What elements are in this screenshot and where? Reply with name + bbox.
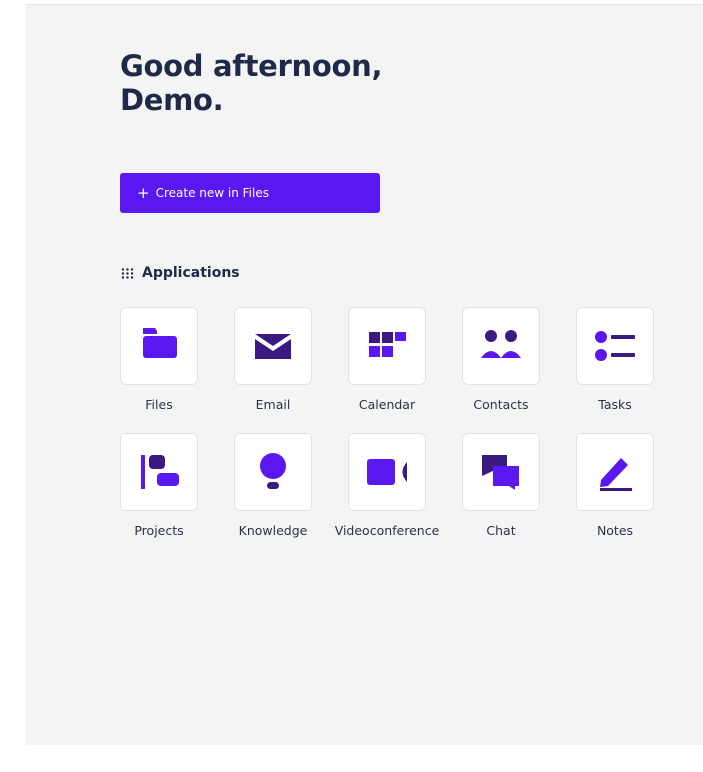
app-tile-notes-box[interactable] [576,433,654,511]
app-tile-chat[interactable]: Chat [442,433,560,549]
app-tile-contacts[interactable]: Contacts [442,307,560,423]
applications-heading-label: Applications [142,265,240,281]
app-tile-email-box[interactable] [234,307,312,385]
app-tile-tasks-box[interactable] [576,307,654,385]
people-icon [481,330,521,358]
plus-icon: + [137,183,150,202]
app-tile-files[interactable]: Files [100,307,218,423]
app-tile-videoconference-box[interactable] [348,433,426,511]
list-icon [595,331,635,361]
app-tile-calendar-box[interactable] [348,307,426,385]
pencil-icon [600,458,632,491]
create-new-button[interactable]: + Create new in Files [120,173,380,213]
envelope-icon [255,334,291,359]
video-camera-icon [367,459,407,485]
greeting-line-2: Demo. [120,83,224,117]
app-tile-videoconference[interactable]: Videoconference [328,433,446,549]
app-tile-chat-box[interactable] [462,433,540,511]
app-tile-projects[interactable]: Projects [100,433,218,549]
grid-dots-icon [121,267,134,279]
app-tile-label: Calendar [358,397,416,412]
app-tile-tasks[interactable]: Tasks [556,307,674,423]
app-tile-label: Contacts [473,397,529,412]
app-tile-contacts-box[interactable] [462,307,540,385]
folder-icon [143,328,177,358]
greeting-line-1: Good afternoon, [120,49,383,83]
applications-heading: Applications [121,265,240,281]
app-tile-notes[interactable]: Notes [556,433,674,549]
app-tile-projects-box[interactable] [120,433,198,511]
app-tile-label: Knowledge [238,523,308,538]
app-tile-label: Tasks [598,397,632,412]
chat-bubbles-icon [482,455,519,490]
app-tile-calendar[interactable]: Calendar [328,307,446,423]
lightbulb-icon [260,453,286,489]
page-title: Good afternoon, Demo. [120,49,382,117]
app-tile-knowledge-box[interactable] [234,433,312,511]
calendar-icon [369,332,406,357]
app-tile-label: Files [145,397,173,412]
app-tile-files-box[interactable] [120,307,198,385]
app-tile-label: Videoconference [334,523,440,538]
app-tile-label: Notes [596,523,634,538]
app-tile-knowledge[interactable]: Knowledge [214,433,332,549]
app-tile-email[interactable]: Email [214,307,332,423]
projects-icon [141,455,179,489]
main-panel: Good afternoon, Demo. + Create new in Fi… [26,4,703,745]
app-tile-label: Email [255,397,291,412]
app-tile-label: Projects [134,523,184,538]
app-tile-label: Chat [486,523,516,538]
create-new-label: Create new in Files [155,186,269,200]
